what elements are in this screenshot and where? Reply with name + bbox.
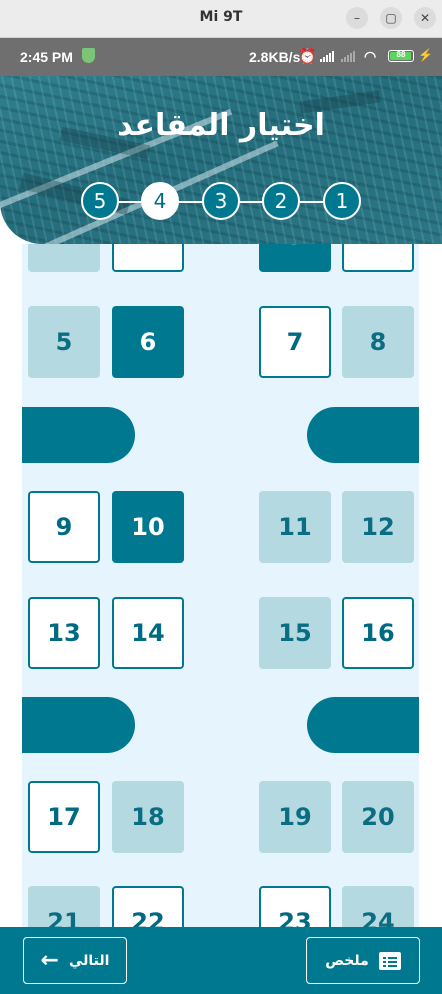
seat-10[interactable]: 10 — [112, 491, 184, 563]
seat-2[interactable]: 2 — [112, 244, 184, 272]
battery-percent: 88 — [396, 50, 406, 59]
signal-2-icon — [341, 50, 355, 62]
seat-1[interactable]: 1 — [28, 244, 100, 272]
list-icon — [378, 951, 401, 970]
step-2: 2 — [262, 182, 300, 220]
status-time: 2:45 PM — [20, 49, 73, 65]
seat-3[interactable]: 3 — [259, 244, 331, 272]
seat-13[interactable]: 13 — [28, 597, 100, 669]
next-button[interactable]: ← التالي — [23, 937, 127, 984]
summary-button[interactable]: ملخص — [306, 937, 420, 984]
next-label: التالي — [68, 952, 110, 969]
seat-14[interactable]: 14 — [112, 597, 184, 669]
step-3: 3 — [202, 182, 240, 220]
seat-20[interactable]: 20 — [342, 781, 414, 853]
coach-separator-left — [22, 697, 135, 753]
window-title: Mi 9T — [199, 9, 243, 25]
seat-17[interactable]: 17 — [28, 781, 100, 853]
step-4: 4 — [141, 182, 179, 220]
seat-19[interactable]: 19 — [259, 781, 331, 853]
signal-icon — [320, 50, 334, 62]
coach-separator-left — [22, 407, 135, 463]
close-icon[interactable]: ✕ — [414, 7, 436, 29]
summary-label: ملخص — [325, 952, 369, 969]
seat-12[interactable]: 12 — [342, 491, 414, 563]
step-5: 5 — [81, 182, 119, 220]
maximize-icon[interactable]: ▢ — [380, 7, 402, 29]
seat-18[interactable]: 18 — [112, 781, 184, 853]
coach-separator-right — [307, 407, 419, 463]
seat-7[interactable]: 7 — [259, 306, 331, 378]
network-speed: 2.8KB/s — [249, 49, 301, 65]
seat-8[interactable]: 8 — [342, 306, 414, 378]
battery-icon: 88 — [388, 50, 414, 62]
minimize-icon[interactable]: – — [346, 7, 368, 29]
seat-15[interactable]: 15 — [259, 597, 331, 669]
seat-16[interactable]: 16 — [342, 597, 414, 669]
arrow-left-icon: ← — [40, 947, 59, 973]
seat-9[interactable]: 9 — [28, 491, 100, 563]
seat-5[interactable]: 5 — [28, 306, 100, 378]
alarm-icon: ⏰ — [298, 48, 317, 65]
security-shield-icon — [82, 48, 95, 63]
page-title: اختيار المقاعد — [117, 108, 325, 143]
seat-11[interactable]: 11 — [259, 491, 331, 563]
charging-icon: ⚡ — [418, 48, 433, 62]
coach-separator-right — [307, 697, 419, 753]
status-bar: 2:45 PM 2.8KB/s ⏰ ◠ 88 ⚡ — [0, 38, 442, 76]
window-title-bar: Mi 9T – ▢ ✕ — [0, 0, 442, 38]
wifi-icon: ◠ — [364, 48, 377, 64]
seat-6[interactable]: 6 — [112, 306, 184, 378]
step-1: 1 — [323, 182, 361, 220]
seat-4[interactable]: 4 — [342, 244, 414, 272]
seat-map[interactable]: 1 2 3 4 5 6 7 8 9 10 11 12 13 14 15 16 1… — [22, 244, 419, 934]
footer-bar: ← التالي ملخص — [0, 927, 442, 994]
